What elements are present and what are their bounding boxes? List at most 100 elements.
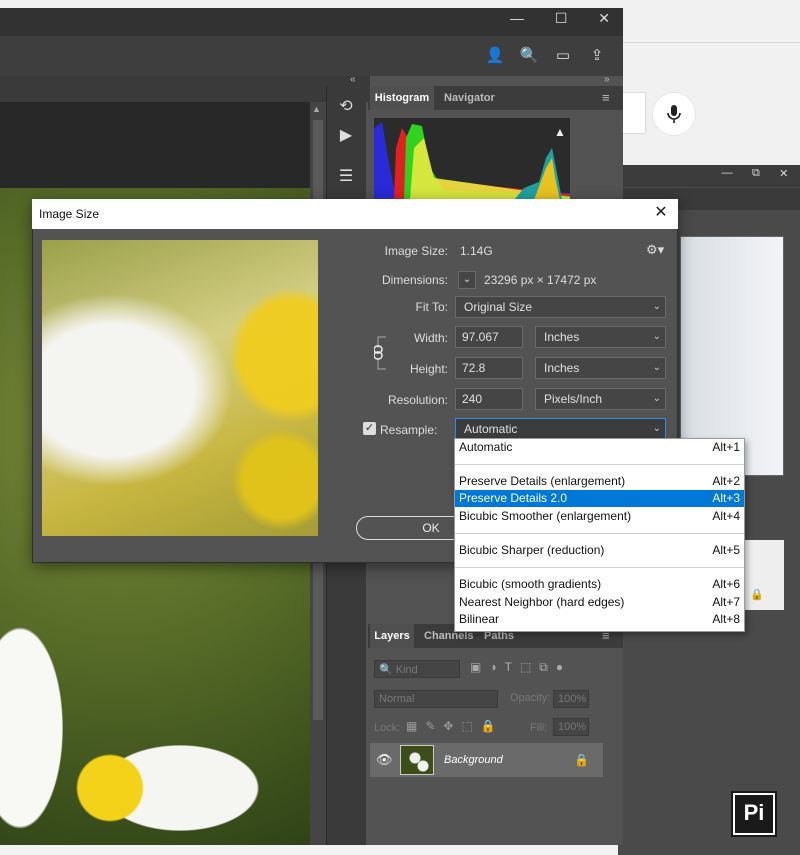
option-label: Nearest Neighbor (hard edges) [459,595,625,609]
resample-option[interactable]: Bilinear Alt+8 [455,611,744,628]
window-controls: — ☐ ✕ [510,10,610,32]
option-shortcut: Alt+4 [712,509,740,523]
menu-separator [455,464,744,465]
dialog-title: Image Size [32,199,678,229]
resample-label: Resample: [380,423,438,437]
tab-histogram[interactable]: Histogram [370,86,434,110]
opacity-field[interactable]: 100% [553,690,589,708]
dimensions-label: Dimensions: [381,273,448,287]
collapse-left-icon[interactable]: « [350,74,356,85]
close-window-button[interactable]: ✕ [598,10,610,32]
chevron-down-icon: ⌄ [652,423,661,434]
browser-search-box[interactable] [620,92,646,134]
lock-image-icon[interactable]: ✎ [425,719,435,735]
lock-all-icon[interactable]: 🔒 [481,719,496,735]
option-label: Bicubic Sharper (reduction) [459,543,605,557]
fill-label: Fill: [530,722,548,734]
lock-label: Lock: [374,722,401,734]
history-icon[interactable]: ⟲ [332,96,360,122]
tab-layers[interactable]: Layers [370,624,414,648]
minimize-button[interactable]: — [510,10,524,32]
site-logo: Pi [731,791,777,837]
visibility-eye-icon[interactable]: 👁 [376,752,393,768]
option-shortcut: Alt+7 [712,595,740,609]
histogram-graph [374,118,570,200]
resolution-unit-select[interactable]: Pixels/Inch ⌄ [535,388,666,410]
resample-option[interactable]: Preserve Details (enlargement) Alt+2 [455,473,744,490]
menu-separator [455,533,744,534]
collapse-right-icon[interactable]: » [604,74,610,85]
tab-navigator[interactable]: Navigator [444,86,514,110]
lock-position-icon[interactable]: ✥ [443,719,453,735]
resolution-field[interactable]: 240 [455,388,523,410]
layer-name[interactable]: Background [444,754,503,766]
chevron-down-icon[interactable]: ⌄ [458,271,476,289]
option-label: Automatic [459,440,513,454]
lock-icons: ▦ ✎ ✥ ⬚ 🔒 [406,719,506,735]
resample-option[interactable]: Bicubic Sharper (reduction) Alt+5 [455,542,744,559]
image-preview[interactable] [42,240,318,536]
image-size-label: Image Size: [384,244,448,258]
lock-transparency-icon[interactable]: ▦ [406,719,417,735]
resolution-label: Resolution: [387,393,448,407]
fill-field[interactable]: 100% [553,718,589,736]
image-size-value: 1.14G [460,244,493,258]
panel-menu-icon[interactable]: ≡ [602,90,610,105]
width-unit-value: Inches [544,330,580,344]
dialog-close-icon[interactable]: ✕ [652,204,670,222]
lock-artboard-icon[interactable]: ⬚ [461,719,472,735]
chevron-down-icon: ⌄ [652,362,661,373]
top-right-icons: 👤 🔍 ▭ ⇪ [484,44,614,68]
resample-option-selected[interactable]: Preserve Details 2.0 Alt+3 [455,490,744,507]
chevron-down-icon: ⌄ [652,393,661,404]
fit-to-select[interactable]: Original Size ⌄ [455,296,666,318]
user-icon[interactable]: 👤 [484,44,506,66]
fit-to-label: Fit To: [415,300,448,314]
background-window-controls[interactable]: — ⧉ ✕ [712,167,798,183]
share-icon[interactable]: ⇪ [586,44,608,66]
option-shortcut: Alt+2 [712,474,740,488]
resample-select[interactable]: Automatic ⌄ [455,418,666,440]
resample-option[interactable]: Bicubic Smoother (enlargement) Alt+4 [455,508,744,525]
shape-filter-icon[interactable]: ⬚ [520,660,531,678]
chevron-down-icon: ⌄ [652,331,661,342]
smart-object-filter-icon[interactable]: ⧉ [539,660,548,678]
width-unit-select[interactable]: Inches ⌄ [535,326,666,348]
lock-icon: 🔒 [750,589,764,601]
actions-play-icon[interactable]: ▶ [332,125,360,151]
opacity-label: Opacity: [510,692,551,704]
option-label: Preserve Details (enlargement) [459,474,626,488]
option-shortcut: Alt+6 [712,577,740,591]
chevron-down-icon: ⌄ [652,301,661,312]
resample-option[interactable]: Nearest Neighbor (hard edges) Alt+7 [455,594,744,611]
resample-checkbox[interactable]: ✓ [363,422,376,435]
height-field[interactable]: 72.8 [455,357,523,379]
type-filter-icon[interactable]: T [505,660,512,678]
resample-option[interactable]: Bicubic (smooth gradients) Alt+6 [455,576,744,593]
option-shortcut: Alt+1 [712,440,740,454]
adjustments-icon[interactable]: ☰ [332,166,360,192]
workspace-icon[interactable]: ▭ [552,44,574,66]
microphone-icon [667,105,681,123]
option-shortcut: Alt+8 [712,612,740,626]
maximize-button[interactable]: ☐ [555,10,568,32]
search-icon[interactable]: 🔍 [518,44,540,66]
adjustment-filter-icon[interactable]: ◑ [489,660,496,678]
scroll-up-icon[interactable]: ▲ [312,104,321,114]
option-label: Bilinear [459,612,500,626]
height-unit-select[interactable]: Inches ⌄ [535,357,666,379]
layer-lock-icon: 🔒 [574,753,589,767]
microphone-button[interactable] [652,92,696,136]
fit-to-value: Original Size [464,300,533,314]
resolution-unit-value: Pixels/Inch [544,392,603,406]
width-field[interactable]: 97.067 [455,326,523,348]
gear-icon[interactable]: ⚙▾ [646,242,664,258]
pixel-filter-icon[interactable]: ▣ [470,660,481,678]
resample-option[interactable]: Automatic Alt+1 [455,439,744,456]
warning-icon[interactable]: ▲ [554,125,566,139]
width-label: Width: [413,331,448,345]
height-label: Height: [409,362,448,376]
layer-kind-filter[interactable]: 🔍 Kind [374,660,460,678]
blend-mode-select[interactable]: Normal [374,690,498,708]
filter-toggle-icon[interactable]: ● [556,660,563,678]
